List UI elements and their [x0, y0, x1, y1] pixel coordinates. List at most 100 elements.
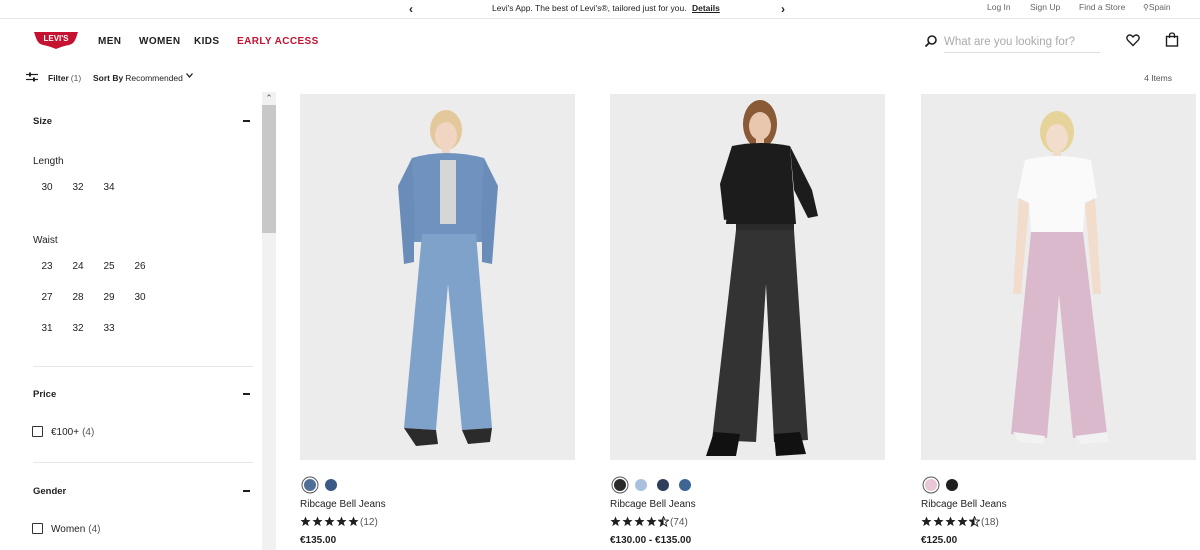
gender-option-label: Women — [51, 524, 86, 535]
promo-text: Levi's App. The best of Levi's®, tailore… — [492, 3, 687, 13]
waist-option[interactable]: 25 — [98, 261, 120, 272]
review-count[interactable]: (74) — [670, 517, 688, 528]
collapse-size-icon[interactable] — [243, 120, 250, 122]
color-swatch[interactable] — [657, 479, 669, 491]
star-half-icon — [969, 516, 980, 527]
gender-option[interactable]: Women (4) — [51, 524, 101, 535]
divider — [33, 462, 253, 463]
collapse-gender-icon[interactable] — [243, 490, 250, 492]
waist-option[interactable]: 26 — [129, 261, 151, 272]
scrollbar-thumb[interactable] — [262, 105, 276, 233]
color-swatch[interactable] — [635, 479, 647, 491]
color-swatch[interactable] — [925, 479, 937, 491]
facet-title-gender[interactable]: Gender — [33, 486, 66, 497]
product-price: €125.00 — [921, 535, 958, 546]
region-selector[interactable]: ⚲Spain — [1143, 2, 1171, 12]
chevron-right-icon[interactable]: › — [781, 2, 785, 16]
waist-option[interactable]: 32 — [67, 323, 89, 334]
color-swatch[interactable] — [614, 479, 626, 491]
waist-option[interactable]: 27 — [36, 292, 58, 303]
login-link[interactable]: Log In — [987, 2, 1011, 12]
find-store-link[interactable]: Find a Store — [1079, 2, 1125, 12]
review-count[interactable]: (12) — [360, 517, 378, 528]
filter-count: (1) — [70, 73, 82, 83]
scroll-up-icon[interactable]: ⌃ — [262, 92, 276, 104]
promo-details-link[interactable]: Details — [692, 3, 720, 13]
star-icon — [610, 516, 621, 527]
star-icon — [957, 516, 968, 527]
facet-title-size[interactable]: Size — [33, 116, 52, 127]
gender-checkbox[interactable] — [32, 523, 43, 534]
price-option-count: (4) — [82, 427, 95, 438]
product-card[interactable]: Ribcage Bell Jeans (18) €125.00 — [921, 94, 1197, 550]
color-swatch[interactable] — [946, 479, 958, 491]
facet-title-price[interactable]: Price — [33, 389, 56, 400]
sort-value: Recommended — [125, 73, 183, 83]
review-count[interactable]: (18) — [981, 517, 999, 528]
waist-option[interactable]: 28 — [67, 292, 89, 303]
length-option[interactable]: 30 — [36, 182, 58, 193]
price-checkbox[interactable] — [32, 426, 43, 437]
search-icon[interactable] — [924, 34, 938, 48]
star-icon — [312, 516, 323, 527]
nav-kids[interactable]: KIDS — [194, 36, 220, 47]
star-icon — [634, 516, 645, 527]
product-name[interactable]: Ribcage Bell Jeans — [610, 499, 696, 510]
sort-dropdown[interactable]: Sort By Recommended — [93, 73, 183, 83]
product-price: €130.00 - €135.00 — [610, 535, 692, 546]
chevron-down-icon[interactable] — [186, 73, 193, 78]
star-icon — [933, 516, 944, 527]
chevron-left-icon[interactable]: ‹ — [409, 2, 413, 16]
site-header: LEVI'S MEN WOMEN KIDS EARLY ACCESS — [0, 20, 1200, 64]
price-option[interactable]: €100+ (4) — [51, 427, 94, 438]
levis-logo[interactable]: LEVI'S — [33, 30, 79, 50]
waist-option[interactable]: 23 — [36, 261, 58, 272]
waist-option[interactable]: 31 — [36, 323, 58, 334]
star-icon — [622, 516, 633, 527]
promo-message: Levi's App. The best of Levi's®, tailore… — [492, 3, 720, 13]
star-icon — [646, 516, 657, 527]
star-icon — [921, 516, 932, 527]
sort-label: Sort By — [93, 73, 124, 83]
waist-label: Waist — [33, 235, 58, 246]
color-swatch[interactable] — [304, 479, 316, 491]
nav-men[interactable]: MEN — [98, 36, 121, 47]
product-image[interactable] — [300, 94, 575, 460]
star-icon — [348, 516, 359, 527]
product-name[interactable]: Ribcage Bell Jeans — [300, 499, 386, 510]
product-image[interactable] — [610, 94, 885, 460]
heart-icon[interactable] — [1126, 33, 1140, 47]
announcement-bar: ‹ Levi's App. The best of Levi's®, tailo… — [0, 0, 1200, 19]
color-swatch[interactable] — [325, 479, 337, 491]
star-icon — [336, 516, 347, 527]
search-input[interactable] — [944, 31, 1100, 53]
product-card[interactable]: Ribcage Bell Jeans (74) €130.00 - €135.0… — [610, 94, 886, 550]
star-icon — [324, 516, 335, 527]
items-count: 4 Items — [1144, 73, 1172, 83]
waist-option[interactable]: 30 — [129, 292, 151, 303]
color-swatch[interactable] — [679, 479, 691, 491]
region-label: Spain — [1148, 2, 1171, 12]
product-card[interactable]: Ribcage Bell Jeans (12) €135.00 — [300, 94, 576, 550]
filter-button[interactable]: Filter (1) — [48, 73, 81, 83]
shopping-bag-icon[interactable] — [1165, 32, 1179, 47]
waist-option[interactable]: 24 — [67, 261, 89, 272]
divider — [33, 366, 253, 367]
price-option-label: €100+ — [51, 427, 80, 438]
length-option[interactable]: 32 — [67, 182, 89, 193]
waist-option[interactable]: 33 — [98, 323, 120, 334]
product-name[interactable]: Ribcage Bell Jeans — [921, 499, 1007, 510]
length-option[interactable]: 34 — [98, 182, 120, 193]
product-price: €135.00 — [300, 535, 337, 546]
collapse-price-icon[interactable] — [243, 393, 250, 395]
nav-early-access[interactable]: EARLY ACCESS — [237, 36, 319, 47]
nav-women[interactable]: WOMEN — [139, 36, 180, 47]
product-image[interactable] — [921, 94, 1196, 460]
filter-icon[interactable] — [26, 72, 38, 82]
filter-label: Filter — [48, 73, 69, 83]
star-icon — [300, 516, 311, 527]
waist-option[interactable]: 29 — [98, 292, 120, 303]
filter-sidebar: Size Length 30 32 34 Waist 23 24 25 26 2… — [0, 92, 262, 550]
logo-text: LEVI'S — [43, 34, 69, 43]
signup-link[interactable]: Sign Up — [1030, 2, 1060, 12]
